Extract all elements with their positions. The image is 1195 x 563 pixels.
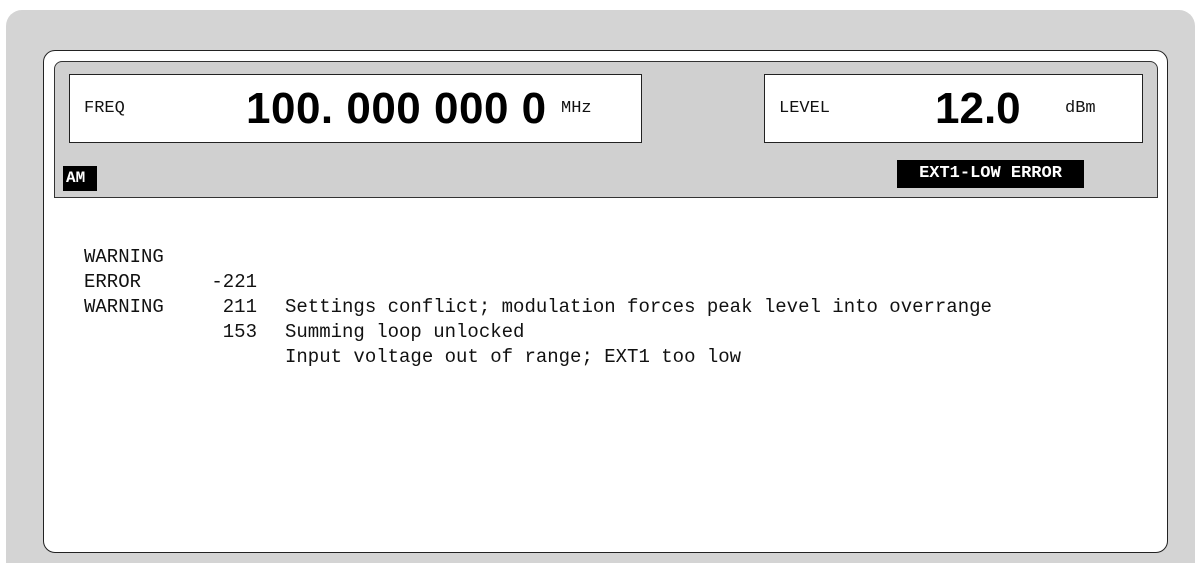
message-code: 153 (222, 321, 257, 343)
message-code: -221 (211, 271, 257, 293)
message-row: WARNING 153 Input voltage out of range; … (84, 270, 741, 368)
message-row: WARNING -221 Settings conflict; modulati… (84, 220, 992, 318)
frequency-display[interactable]: FREQ 100. 000 000 0 MHz (69, 74, 642, 143)
frequency-value: 100. 000 000 0 (246, 84, 547, 133)
message-text: Settings conflict; modulation forces pea… (285, 296, 992, 318)
error-badge: EXT1-LOW ERROR (897, 160, 1084, 188)
message-text: Input voltage out of range; EXT1 too low (285, 346, 742, 368)
level-value: 12.0 (935, 84, 1021, 133)
level-unit: dBm (1065, 99, 1096, 118)
modulation-badge: AM (63, 166, 97, 191)
level-display[interactable]: LEVEL 12.0 dBm (764, 74, 1143, 143)
message-row: ERROR 211 Summing loop unlocked (84, 245, 524, 343)
frequency-unit: MHz (561, 99, 592, 118)
level-label: LEVEL (779, 99, 831, 118)
frequency-label: FREQ (84, 99, 125, 118)
message-type: WARNING (84, 296, 164, 318)
message-text: Summing loop unlocked (285, 321, 525, 343)
message-list: WARNING -221 Settings conflict; modulati… (84, 220, 992, 368)
message-code: 211 (222, 296, 257, 318)
